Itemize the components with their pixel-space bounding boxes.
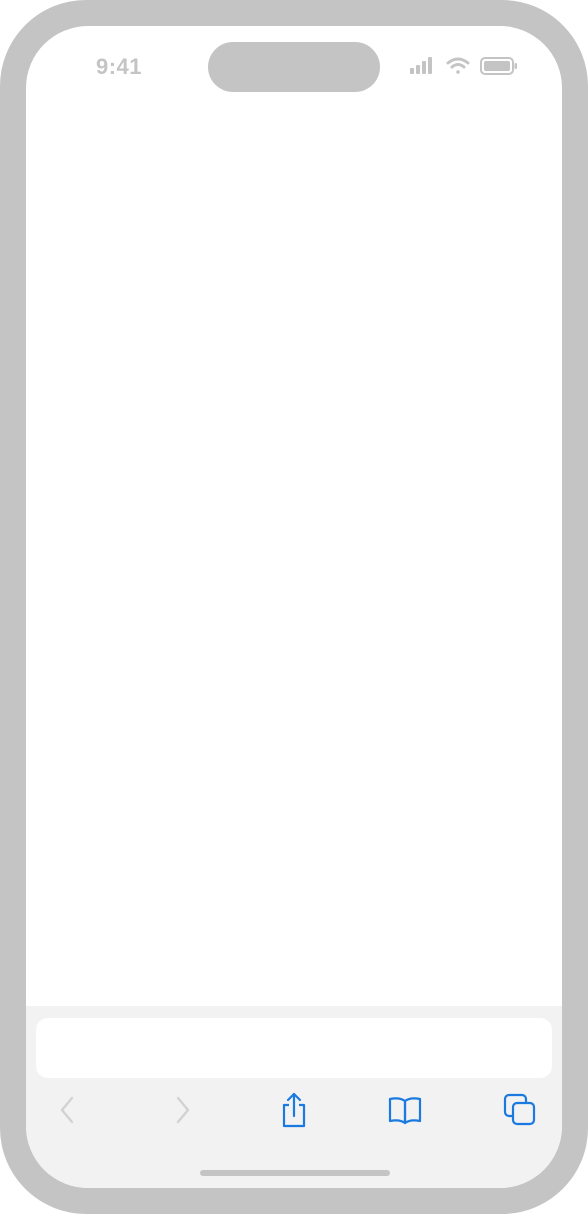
status-time: 9:41 xyxy=(96,54,143,79)
wifi-icon xyxy=(446,57,470,74)
device-screen: 9:41 xyxy=(26,26,562,1188)
tabs-icon xyxy=(503,1093,536,1126)
home-indicator[interactable] xyxy=(200,1170,390,1176)
tabs-button[interactable] xyxy=(502,1092,538,1128)
back-button[interactable] xyxy=(50,1092,86,1128)
book-icon xyxy=(388,1097,422,1125)
dynamic-island xyxy=(208,42,380,92)
bookmarks-button[interactable] xyxy=(387,1092,423,1128)
status-icons xyxy=(410,56,520,76)
chevron-right-icon xyxy=(176,1096,190,1124)
web-content xyxy=(26,116,562,1006)
share-icon xyxy=(282,1092,306,1128)
browser-toolbar xyxy=(26,1006,562,1188)
cellular-signal-icon xyxy=(410,57,432,74)
battery-icon xyxy=(480,57,517,75)
chevron-left-icon xyxy=(60,1096,74,1124)
share-button[interactable] xyxy=(276,1092,312,1128)
address-bar[interactable] xyxy=(36,1018,552,1078)
forward-button[interactable] xyxy=(164,1092,200,1128)
